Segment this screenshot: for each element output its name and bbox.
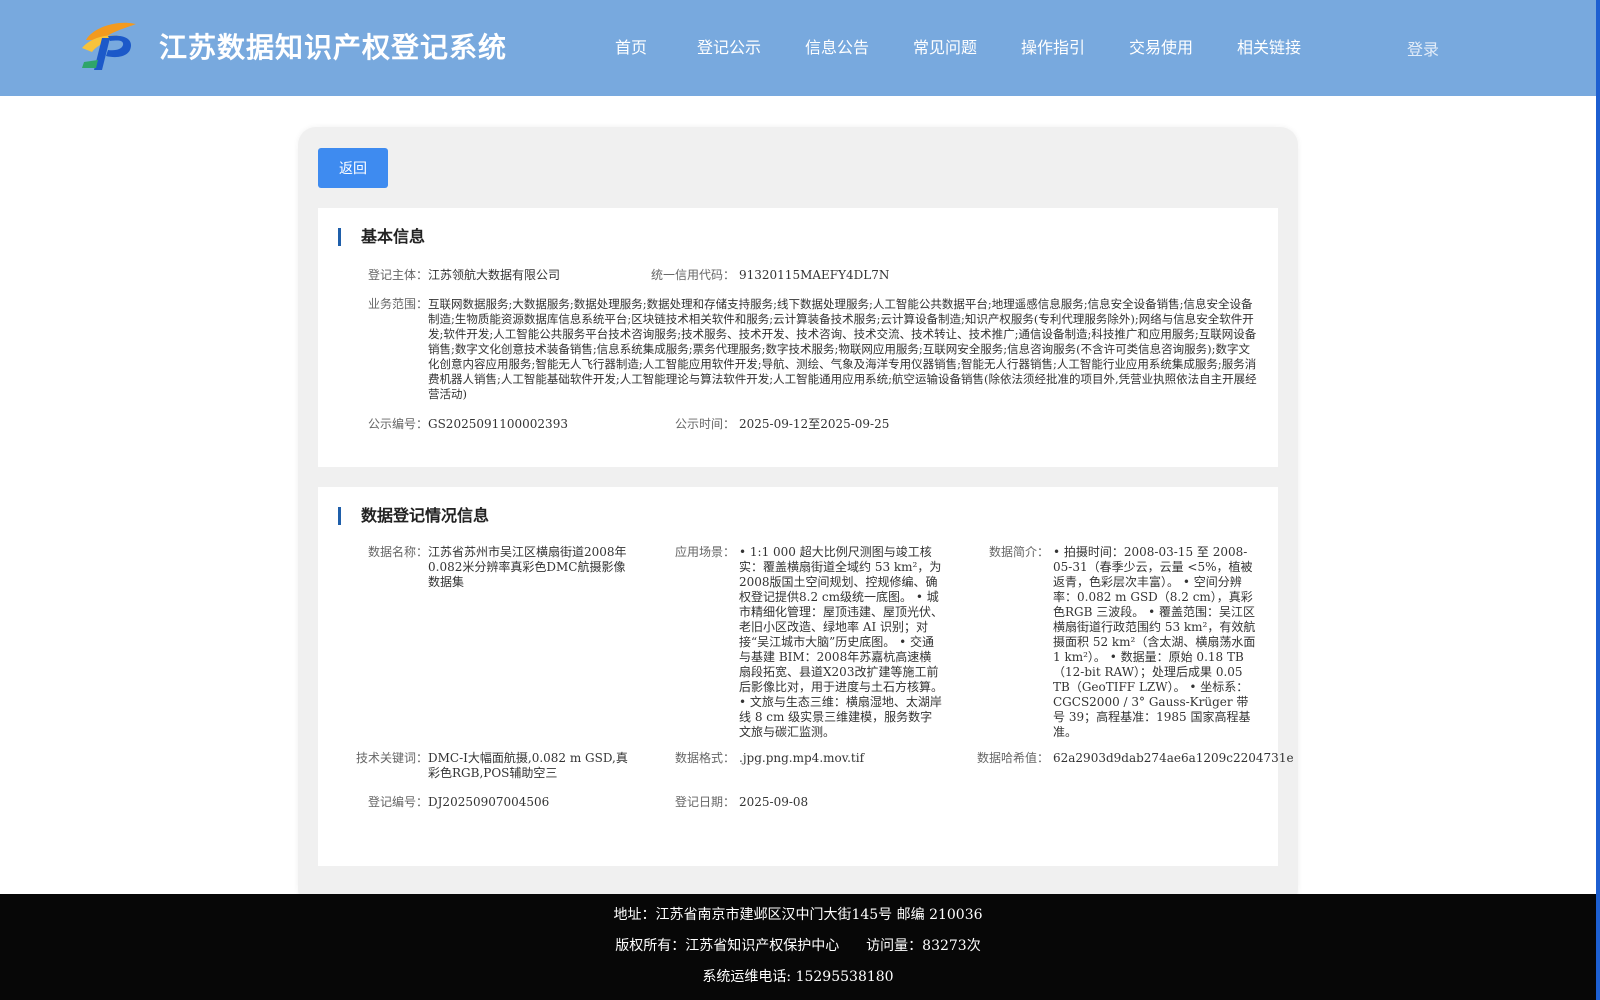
- registration-date-value: 2025-09-08: [739, 795, 809, 809]
- footer-copyright: 版权所有：江苏省知识产权保护中心: [615, 938, 840, 954]
- publicity-time-label: 公示时间：: [674, 417, 735, 431]
- basic-info-card: 基本信息 登记主体： 江苏领航大数据有限公司 统一信用代码： 91320115M…: [318, 208, 1278, 467]
- business-scope-label: 业务范围：: [367, 297, 428, 311]
- data-hash-value: 62a2903d9dab274ae6a1209c2204731e: [1053, 751, 1294, 765]
- publicity-number-value: GS2025091100002393: [428, 417, 568, 431]
- back-button[interactable]: 返回: [318, 148, 388, 188]
- credit-code-value: 91320115MAEFY4DL7N: [739, 268, 890, 282]
- registration-date-label: 登记日期：: [674, 795, 735, 809]
- nav-guide[interactable]: 操作指引: [1021, 34, 1129, 58]
- footer-copyright-line: 版权所有：江苏省知识产权保护中心 访问量：83273次: [0, 935, 1596, 955]
- data-format-value: .jpg.png.mp4.mov.tif: [739, 751, 865, 765]
- data-format-label: 数据格式：: [674, 751, 735, 765]
- nav-announcements[interactable]: 信息公告: [805, 34, 913, 58]
- business-scope-value: 互联网数据服务;大数据服务;数据处理服务;数据处理和存储支持服务;线下数据处理服…: [428, 297, 1257, 401]
- site-footer: 地址：江苏省南京市建邺区汉中门大街145号 邮编 210036 版权所有：江苏省…: [0, 894, 1596, 1000]
- data-hash-label: 数据哈希值：: [976, 751, 1049, 765]
- data-name-label: 数据名称：: [367, 545, 428, 559]
- footer-visits: 访问量：83273次: [866, 938, 981, 954]
- nav-related-links[interactable]: 相关链接: [1237, 34, 1301, 58]
- data-intro-value: • 拍摄时间：2008-03-15 至 2008-05-31（春季少云，云量 <…: [1053, 545, 1256, 739]
- application-scenario-label: 应用场景：: [674, 545, 735, 559]
- registration-number-label: 登记编号：: [367, 795, 428, 809]
- nav-registration-publicity[interactable]: 登记公示: [697, 34, 805, 58]
- application-scenario-value: • 1:1 000 超大比例尺测图与竣工核实：覆盖横扇街道全域约 53 km²，…: [739, 545, 944, 739]
- data-name-value: 江苏省苏州市吴江区横扇街道2008年0.082米分辨率真彩色DMC航摄影像数据集: [428, 545, 627, 589]
- top-header: 江苏数据知识产权登记系统 首页 登记公示 信息公告 常见问题 操作指引 交易使用…: [0, 0, 1596, 96]
- ip-logo-icon[interactable]: [80, 18, 140, 72]
- nav-home[interactable]: 首页: [615, 34, 697, 58]
- scrollbar-edge: [1596, 0, 1600, 1000]
- data-registration-card: 数据登记情况信息 数据名称： 江苏省苏州市吴江区横扇街道2008年0.082米分…: [318, 487, 1294, 866]
- subject-value: 江苏领航大数据有限公司: [428, 268, 561, 282]
- main-nav: 首页 登记公示 信息公告 常见问题 操作指引 交易使用 相关链接: [615, 34, 1301, 58]
- subject-label: 登记主体：: [367, 268, 428, 282]
- tech-keywords-label: 技术关键词：: [355, 751, 428, 765]
- footer-address: 地址：江苏省南京市建邺区汉中门大街145号 邮编 210036: [613, 907, 983, 923]
- login-link[interactable]: 登录: [1407, 36, 1439, 60]
- publicity-time-value: 2025-09-12至2025-09-25: [739, 417, 890, 431]
- data-registration-title: 数据登记情况信息: [338, 507, 489, 525]
- data-intro-label: 数据简介：: [988, 545, 1049, 559]
- detail-panel: 返回 基本信息 登记主体： 江苏领航大数据有限公司 统一信用代码： 913201…: [298, 127, 1298, 907]
- credit-code-label: 统一信用代码：: [650, 268, 735, 282]
- site-title: 江苏数据知识产权登记系统: [159, 31, 508, 64]
- registration-number-value: DJ20250907004506: [428, 795, 550, 809]
- nav-faq[interactable]: 常见问题: [913, 34, 1021, 58]
- publicity-number-label: 公示编号：: [367, 417, 428, 431]
- tech-keywords-value: DMC-I大幅面航摄,0.082 m GSD,真彩色RGB,POS辅助空三: [428, 751, 628, 780]
- basic-info-title: 基本信息: [338, 228, 425, 246]
- nav-trade-use[interactable]: 交易使用: [1129, 34, 1237, 58]
- footer-hotline: 系统运维电话: 15295538180: [702, 969, 894, 985]
